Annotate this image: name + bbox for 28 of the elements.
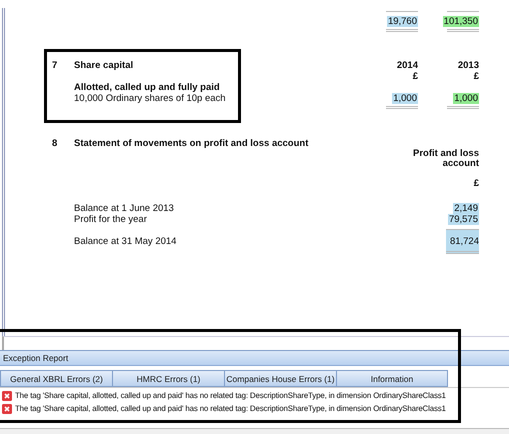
note-title: Statement of movements on profit and loss account bbox=[74, 138, 310, 149]
currency-symbol: £ bbox=[474, 179, 479, 189]
year-heading: 2013 bbox=[458, 60, 479, 71]
panel-title: Exception Report bbox=[0, 351, 509, 366]
value-cell: 81,724 bbox=[446, 229, 479, 254]
row-label: Balance at 31 May 2014 bbox=[73, 236, 178, 247]
report-tab[interactable]: General XBRL Errors (2) bbox=[0, 370, 112, 387]
currency-symbol: £ bbox=[474, 71, 479, 82]
note-number: 8 bbox=[51, 138, 58, 149]
value-cell: 101,350 bbox=[442, 16, 479, 27]
value-cell: 2,149 bbox=[453, 203, 479, 214]
column-heading: account bbox=[442, 159, 479, 169]
value-cell: 1,000 bbox=[392, 93, 418, 104]
row-label: Balance at 1 June 2013 bbox=[73, 203, 175, 214]
value-cell: 19,760 bbox=[386, 16, 418, 27]
subheading: Allotted, called up and fully paid bbox=[73, 82, 221, 93]
value-cell: 79,575 bbox=[448, 214, 479, 225]
column-heading: Profit and loss bbox=[413, 149, 479, 159]
note-title: Share capital bbox=[74, 60, 134, 71]
note-number: 7 bbox=[51, 60, 58, 71]
row-label: 10,000 Ordinary shares of 10p each bbox=[73, 93, 227, 104]
report-tab[interactable]: Companies House Errors (1) bbox=[224, 370, 336, 387]
currency-symbol: £ bbox=[412, 71, 418, 82]
value-cell: 1,000 bbox=[453, 93, 479, 104]
report-tab[interactable]: Information bbox=[336, 370, 448, 387]
report-tab[interactable]: HMRC Errors (1) bbox=[112, 370, 224, 387]
year-heading: 2014 bbox=[396, 60, 418, 71]
row-label: Profit for the year bbox=[73, 214, 148, 225]
